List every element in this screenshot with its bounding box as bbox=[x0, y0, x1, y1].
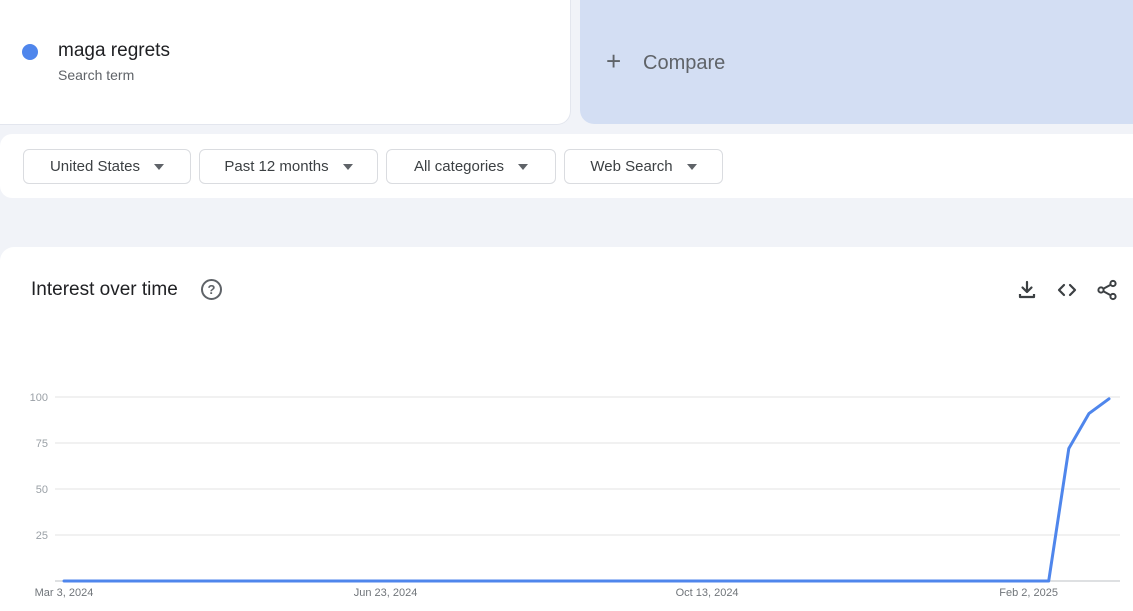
x-tick-label: Feb 2, 2025 bbox=[999, 587, 1058, 599]
series-line-maga-regrets bbox=[62, 397, 1111, 583]
compare-label: Compare bbox=[643, 52, 726, 74]
search-term-type: Search term bbox=[58, 67, 135, 83]
x-tick-label: Mar 3, 2024 bbox=[35, 587, 94, 599]
series-color-dot bbox=[22, 44, 38, 60]
search-term-name[interactable]: maga regrets bbox=[58, 40, 170, 62]
search-type-dropdown-label: Web Search bbox=[590, 158, 673, 175]
search-term-card[interactable]: maga regrets Search term bbox=[0, 0, 571, 125]
x-tick-label: Oct 13, 2024 bbox=[676, 587, 739, 599]
category-dropdown[interactable]: All categories bbox=[386, 149, 556, 184]
filter-bar: United States Past 12 months All categor… bbox=[0, 134, 1133, 198]
chevron-down-icon bbox=[518, 163, 529, 170]
interest-over-time-card: Interest over time ? 25 50 75 100 Mar 3, 202… bbox=[0, 247, 1133, 611]
y-tick-label: 50 bbox=[36, 484, 48, 496]
category-dropdown-label: All categories bbox=[413, 158, 505, 175]
chevron-down-icon bbox=[342, 163, 353, 170]
chevron-down-icon bbox=[686, 163, 697, 170]
region-dropdown-label: United States bbox=[49, 158, 141, 175]
y-tick-label: 25 bbox=[36, 530, 48, 542]
region-dropdown[interactable]: United States bbox=[23, 149, 191, 184]
compare-button[interactable]: + Compare bbox=[580, 0, 1133, 124]
plus-icon: + bbox=[606, 46, 622, 76]
x-tick-label: Jun 23, 2024 bbox=[354, 587, 418, 599]
interest-over-time-chart: 25 50 75 100 Mar 3, 2024 Jun 23, 2024 Oct 13, … bbox=[30, 392, 1120, 599]
y-tick-label: 100 bbox=[30, 392, 48, 404]
time-range-dropdown-label: Past 12 months bbox=[224, 158, 329, 175]
time-range-dropdown[interactable]: Past 12 months bbox=[199, 149, 378, 184]
y-tick-label: 75 bbox=[36, 438, 48, 450]
search-type-dropdown[interactable]: Web Search bbox=[564, 149, 723, 184]
chevron-down-icon bbox=[154, 163, 165, 170]
